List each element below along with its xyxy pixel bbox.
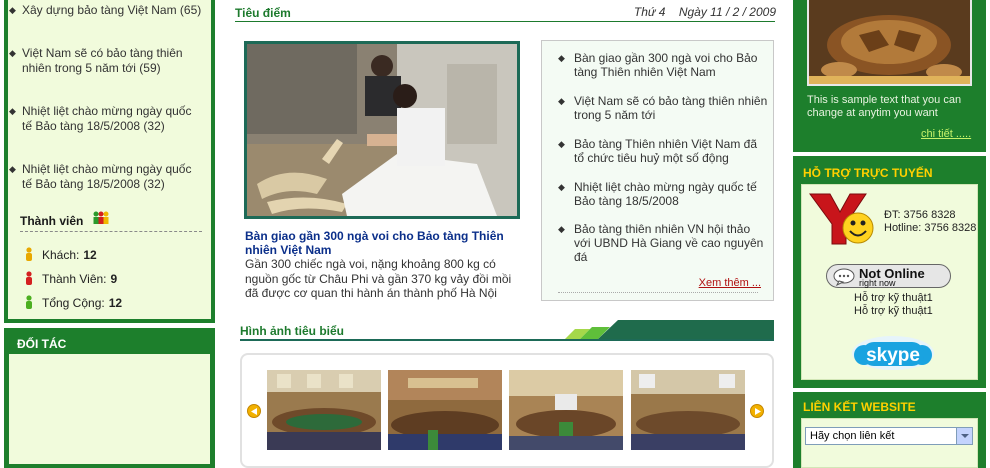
featured-headline-link[interactable]: Bàn giao gần 300 ngà voi cho Bảo tàng Th…: [245, 229, 515, 257]
see-more-divider: [558, 292, 758, 293]
gallery-next-button[interactable]: [750, 404, 764, 418]
gallery-thumbnail[interactable]: [631, 370, 745, 450]
featured-divider: [235, 21, 775, 22]
member-value: 12: [108, 296, 123, 310]
meeting-room-photo: [267, 370, 381, 450]
member-label: Khách:: [42, 248, 80, 262]
turtle-photo: [807, 0, 972, 86]
member-row-guest: Khách: 12: [24, 247, 97, 262]
links-box: Hãy chọn liên kết: [801, 418, 978, 468]
side-news-link[interactable]: Bảo tàng thiên nhiên VN hội thảo với UBN…: [574, 222, 763, 264]
person-red-icon: [26, 271, 32, 285]
gallery-thumbnail[interactable]: [267, 370, 381, 450]
links-dropdown[interactable]: Hãy chọn liên kết: [805, 427, 973, 445]
member-value: 9: [110, 272, 118, 286]
gallery-prev-button[interactable]: [247, 404, 261, 418]
side-news-item[interactable]: ◆ Bàn giao gần 300 ngà voi cho Bảo tàng T…: [558, 51, 769, 79]
featured-summary: Gần 300 chiếc ngà voi, nặng khoảng 800 k…: [245, 257, 512, 300]
bullet-icon: ◆: [558, 139, 565, 149]
person-yellow-icon: [26, 247, 32, 261]
members-divider: [20, 231, 202, 232]
news-list-item[interactable]: ◆ Nhiệt liệt chào mừng ngày quốc tế Bảo t…: [9, 162, 202, 191]
member-row-members: Thành Viên: 9: [24, 271, 117, 286]
online-support-panel: HỖ TRỢ TRỰC TUYẾN ĐT: 3756 8328 Hotline:…: [793, 156, 986, 388]
bullet-icon: ◆: [558, 182, 565, 192]
news-link[interactable]: Xây dựng bảo tàng Việt Nam (65): [22, 3, 201, 17]
meeting-room-photo: [631, 370, 745, 450]
links-dropdown-value: Hãy chọn liên kết: [810, 430, 895, 442]
news-link[interactable]: Việt Nam sẽ có bảo tàng thiên nhiên tron…: [22, 46, 183, 75]
chevron-right-icon: [755, 408, 761, 415]
bullet-icon: ◆: [558, 96, 565, 106]
side-news-box: ◆ Bàn giao gần 300 ngà voi cho Bảo tàng T…: [541, 40, 774, 301]
person-green-icon: [26, 295, 32, 309]
side-news-link[interactable]: Bảo tàng Thiên nhiên Việt Nam đã tổ chức…: [574, 137, 757, 165]
sample-text: This is sample text that you can change …: [807, 94, 962, 119]
dropdown-arrow-button[interactable]: [956, 428, 972, 444]
featured-photo[interactable]: [244, 41, 520, 219]
turtle-image: [809, 0, 970, 84]
member-row-total: Tổng Cộng: 12: [24, 295, 122, 310]
bullet-icon: ◆: [9, 106, 16, 116]
side-news-link[interactable]: Việt Nam sẽ có bảo tàng thiên nhiên tron…: [574, 94, 767, 122]
news-list-item[interactable]: ◆ Việt Nam sẽ có bảo tàng thiên nhiên tro…: [9, 46, 202, 75]
member-label: Thành Viên:: [42, 272, 107, 286]
support-agent-link[interactable]: Hỗ trợ kỹ thuật1: [854, 292, 933, 304]
support-agent-link[interactable]: Hỗ trợ kỹ thuật1: [854, 305, 933, 317]
side-news-item[interactable]: ◆ Nhiệt liệt chào mừng ngày quốc tế Bảo t…: [558, 180, 769, 208]
featured-photo-image: [247, 44, 517, 216]
skype-icon[interactable]: skype: [850, 333, 936, 373]
bullet-icon: ◆: [558, 53, 565, 63]
partners-box: [9, 354, 210, 464]
news-list-item[interactable]: ◆ Nhiệt liệt chào mừng ngày quốc tế Bảo t…: [9, 104, 202, 133]
member-value: 12: [83, 248, 97, 262]
support-box: ĐT: 3756 8328 Hotline: 3756 8328 Not Onl…: [801, 184, 978, 380]
yahoo-status-button[interactable]: Not Online right now: [826, 264, 951, 288]
bullet-icon: ◆: [9, 48, 16, 58]
web-links-panel: LIÊN KẾT WEBSITE Hãy chọn liên kết: [793, 392, 986, 468]
skype-wordmark: skype: [866, 345, 920, 366]
partners-title: ĐỐI TÁC: [17, 337, 67, 351]
gallery-thumbnail[interactable]: [388, 370, 502, 450]
status-sub-text: right now: [859, 278, 896, 288]
left-news-panel: ◆ Xây dựng bảo tàng Việt Nam (65) ◆ Việt N…: [4, 0, 215, 323]
bullet-icon: ◆: [9, 5, 16, 15]
side-news-item[interactable]: ◆ Bảo tàng Thiên nhiên Việt Nam đã tổ chứ…: [558, 137, 769, 165]
member-label: Tổng Cộng:: [42, 296, 105, 310]
right-promo-panel: This is sample text that you can change …: [793, 0, 986, 152]
current-date: Thứ 4 Ngày 11 / 2 / 2009: [633, 5, 776, 19]
chevron-left-icon: [251, 408, 257, 415]
news-link[interactable]: Nhiệt liệt chào mừng ngày quốc tế Bảo tà…: [22, 162, 191, 191]
featured-section-title: Tiêu điểm: [235, 6, 291, 20]
side-news-link[interactable]: Nhiệt liệt chào mừng ngày quốc tế Bảo tà…: [574, 180, 757, 208]
chevron-down-icon: [961, 434, 969, 438]
meeting-room-photo: [509, 370, 623, 450]
news-link[interactable]: Nhiệt liệt chào mừng ngày quốc tế Bảo tà…: [22, 104, 191, 133]
side-news-item[interactable]: ◆ Bảo tàng thiên nhiên VN hội thảo với UB…: [558, 222, 769, 264]
bullet-icon: ◆: [9, 164, 16, 174]
gallery-title: Hình ảnh tiêu biểu: [240, 324, 344, 338]
meeting-room-photo: [388, 370, 502, 450]
detail-link[interactable]: chi tiết .....: [921, 128, 971, 140]
bullet-icon: ◆: [558, 224, 565, 234]
yahoo-messenger-icon[interactable]: [806, 190, 878, 248]
support-title: HỖ TRỢ TRỰC TUYẾN: [803, 166, 933, 180]
members-heading: Thành viên: [20, 214, 84, 228]
side-news-link[interactable]: Bàn giao gần 300 ngà voi cho Bảo tàng Th…: [574, 51, 757, 79]
chat-bubble-icon: [833, 268, 855, 286]
links-title: LIÊN KẾT WEBSITE: [803, 400, 916, 414]
support-hotline: Hotline: 3756 8328: [884, 222, 977, 234]
left-news-box: ◆ Xây dựng bảo tàng Việt Nam (65) ◆ Việt N…: [8, 0, 211, 319]
support-phone: ĐT: 3756 8328: [884, 209, 956, 221]
see-more-link[interactable]: Xem thêm ...: [699, 277, 761, 289]
members-group-icon: [93, 211, 109, 224]
partners-panel: ĐỐI TÁC: [4, 328, 215, 468]
news-list-item[interactable]: ◆ Xây dựng bảo tàng Việt Nam (65): [9, 3, 202, 18]
side-news-item[interactable]: ◆ Việt Nam sẽ có bảo tàng thiên nhiên tro…: [558, 94, 769, 122]
gallery-thumbnail[interactable]: [509, 370, 623, 450]
